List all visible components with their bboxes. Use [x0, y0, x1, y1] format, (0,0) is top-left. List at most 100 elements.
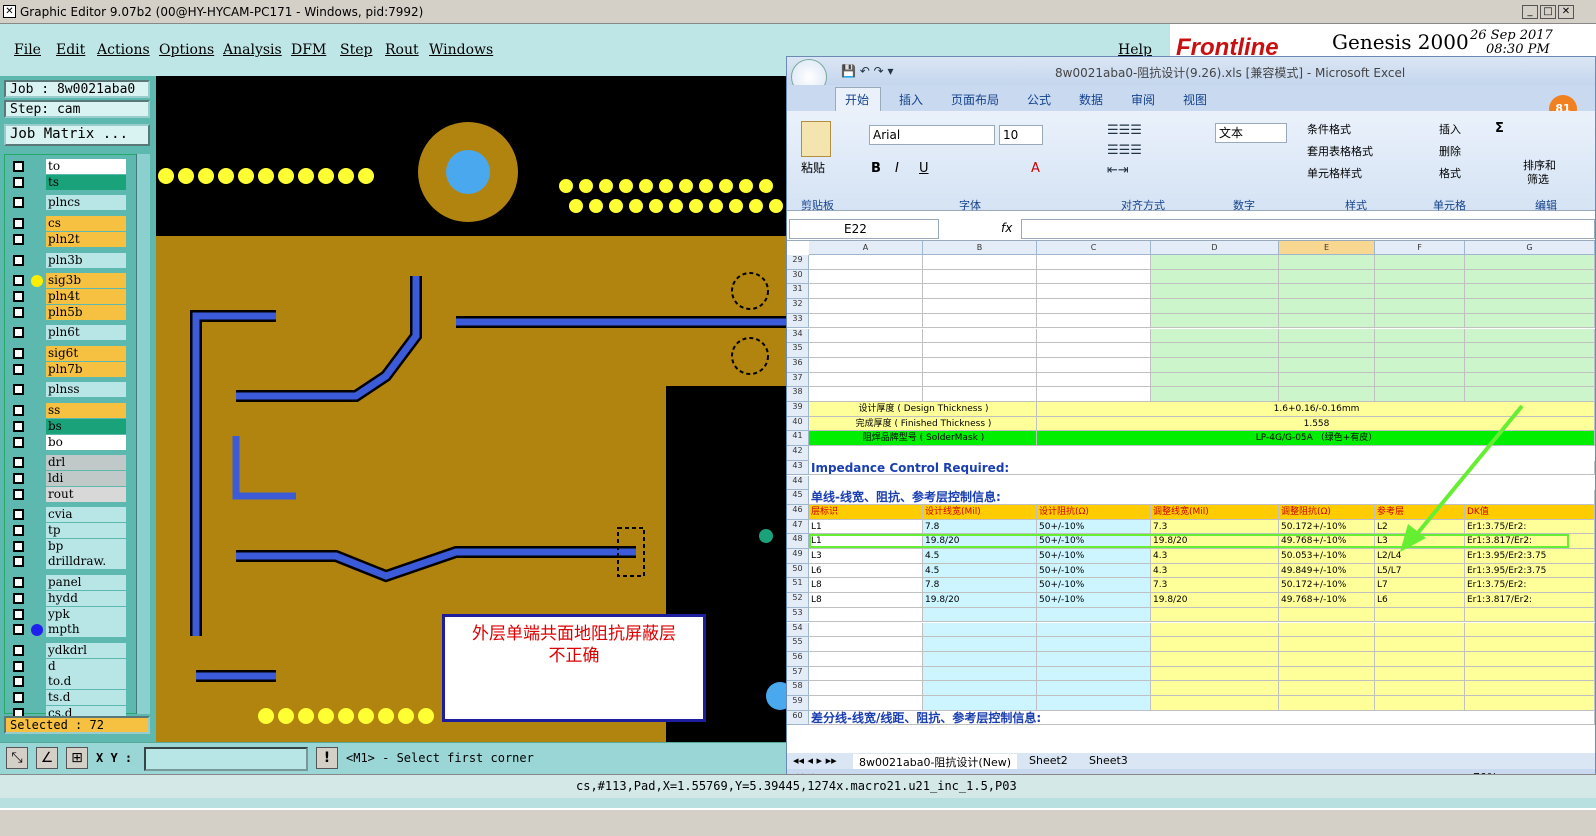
- layer-row[interactable]: rout: [11, 486, 126, 502]
- cell-item-2[interactable]: 格式: [1439, 165, 1461, 181]
- grid-cell[interactable]: [923, 607, 1037, 623]
- column-header[interactable]: F: [1375, 241, 1465, 255]
- grid-cell[interactable]: [809, 313, 923, 329]
- grid-cell[interactable]: [1465, 255, 1595, 270]
- layer-checkbox[interactable]: [13, 592, 24, 604]
- grid-cell[interactable]: 4.3: [1151, 549, 1279, 564]
- grid-cell[interactable]: [1465, 357, 1595, 373]
- row-header[interactable]: 32: [787, 299, 809, 314]
- layer-checkbox[interactable]: [13, 327, 24, 339]
- autosum-button[interactable]: Σ: [1495, 121, 1504, 136]
- sheet-tab-2[interactable]: Sheet2: [1029, 754, 1068, 767]
- grid-cell[interactable]: 调整阻抗(Ω): [1279, 504, 1375, 520]
- grid-cell[interactable]: 完成厚度 ( Finished Thickness ): [809, 416, 1037, 432]
- layer-name[interactable]: plnss: [46, 382, 126, 398]
- grid-cell[interactable]: 19.8/20: [923, 593, 1037, 608]
- cell-item-0[interactable]: 插入: [1439, 121, 1461, 137]
- layer-scrollbar[interactable]: [136, 154, 150, 714]
- grid-cell[interactable]: [1151, 696, 1279, 711]
- grid-cell[interactable]: [1375, 651, 1465, 667]
- grid-cell[interactable]: [1037, 696, 1151, 711]
- grid-cell[interactable]: [1465, 372, 1595, 388]
- grid-cell[interactable]: [1279, 328, 1375, 344]
- grid-cell[interactable]: [1279, 343, 1375, 358]
- grid-cell[interactable]: [923, 343, 1037, 358]
- row-header[interactable]: 45: [787, 490, 809, 505]
- tab-data[interactable]: 数据: [1079, 91, 1103, 108]
- close-button[interactable]: ✕: [1558, 5, 1574, 19]
- grid-cell[interactable]: [923, 387, 1037, 402]
- layer-row[interactable]: cvia: [11, 507, 126, 523]
- grid-cell[interactable]: [1375, 343, 1465, 358]
- layer-row[interactable]: ldi: [11, 470, 126, 486]
- grid-cell[interactable]: [923, 637, 1037, 652]
- grid-cell[interactable]: 19.8/20: [1151, 593, 1279, 608]
- grid-cell[interactable]: L8: [809, 593, 923, 608]
- grid-cell[interactable]: [1279, 372, 1375, 388]
- tab-home[interactable]: 开始: [845, 91, 869, 108]
- alert-icon[interactable]: !: [316, 747, 338, 769]
- layer-row[interactable]: ydkdrl: [11, 642, 126, 658]
- layer-name[interactable]: pln2t: [46, 231, 126, 247]
- grid-cell[interactable]: [1279, 607, 1375, 623]
- row-header[interactable]: 38: [787, 387, 809, 402]
- grid-cell[interactable]: [809, 328, 923, 344]
- xy-input[interactable]: [144, 747, 308, 771]
- grid-cell[interactable]: [923, 328, 1037, 344]
- layer-checkbox[interactable]: [13, 509, 24, 521]
- layer-name[interactable]: tp: [46, 523, 126, 538]
- grid-cell[interactable]: [1037, 328, 1151, 344]
- layer-name[interactable]: sig6t: [46, 346, 126, 361]
- grid-cell[interactable]: [1465, 666, 1595, 682]
- tab-review[interactable]: 审阅: [1131, 91, 1155, 108]
- grid-cell[interactable]: [1279, 313, 1375, 329]
- layer-name[interactable]: sig3b: [46, 273, 126, 289]
- formula-input[interactable]: [1021, 219, 1595, 239]
- layer-name[interactable]: drl: [46, 455, 126, 471]
- grid-cell[interactable]: [1151, 313, 1279, 329]
- font-name-select[interactable]: Arial: [869, 125, 995, 145]
- grid-cell[interactable]: [1151, 372, 1279, 388]
- grid-cell[interactable]: [1151, 622, 1279, 638]
- layer-row[interactable]: drl: [11, 455, 126, 471]
- menu-options[interactable]: Options: [159, 42, 214, 58]
- layer-row[interactable]: to: [11, 159, 126, 174]
- grid-icon[interactable]: ⊞: [66, 747, 88, 769]
- row-header[interactable]: 60: [787, 710, 809, 726]
- layer-row[interactable]: drilldraw.: [11, 554, 126, 570]
- grid-cell[interactable]: 7.8: [923, 578, 1037, 594]
- grid-cell[interactable]: [1037, 622, 1151, 638]
- layer-row[interactable]: bo: [11, 434, 126, 450]
- row-header[interactable]: 35: [787, 343, 809, 358]
- grid-cell[interactable]: 50+/-10%: [1037, 563, 1151, 579]
- layer-name[interactable]: hydd: [46, 590, 126, 606]
- layer-checkbox[interactable]: [13, 233, 24, 245]
- layer-name[interactable]: bo: [46, 434, 126, 450]
- layer-name[interactable]: bs: [46, 418, 126, 434]
- layer-row[interactable]: mpth: [11, 622, 126, 638]
- layer-name[interactable]: d: [46, 658, 126, 674]
- grid-cell[interactable]: Er1:3.95/Er2:3.75: [1465, 563, 1595, 579]
- cell-item-1[interactable]: 删除: [1439, 143, 1461, 159]
- menu-step[interactable]: Step: [340, 42, 372, 58]
- layer-checkbox[interactable]: [13, 348, 24, 359]
- grid-cell[interactable]: [1465, 681, 1595, 696]
- row-header[interactable]: 40: [787, 416, 809, 432]
- layer-name[interactable]: mpth: [46, 622, 126, 638]
- layer-checkbox[interactable]: [13, 254, 24, 266]
- layer-name[interactable]: pln4t: [46, 288, 126, 304]
- tab-insert[interactable]: 插入: [899, 91, 923, 108]
- grid-cell[interactable]: [923, 666, 1037, 682]
- grid-cell[interactable]: [1465, 269, 1595, 285]
- layer-name[interactable]: drilldraw.: [46, 554, 126, 570]
- grid-cell[interactable]: 50.172+/-10%: [1279, 519, 1375, 535]
- grid-cell[interactable]: L6: [809, 563, 923, 579]
- grid-cell[interactable]: [1279, 255, 1375, 270]
- style-item-1[interactable]: 套用表格格式: [1307, 143, 1373, 159]
- grid-cell[interactable]: [1037, 299, 1151, 314]
- row-header[interactable]: 29: [787, 255, 809, 270]
- column-header[interactable]: E: [1279, 241, 1375, 255]
- sort-filter-label-2[interactable]: 筛选: [1527, 171, 1549, 187]
- layer-checkbox[interactable]: [13, 540, 24, 552]
- grid-cell[interactable]: 7.8: [923, 519, 1037, 535]
